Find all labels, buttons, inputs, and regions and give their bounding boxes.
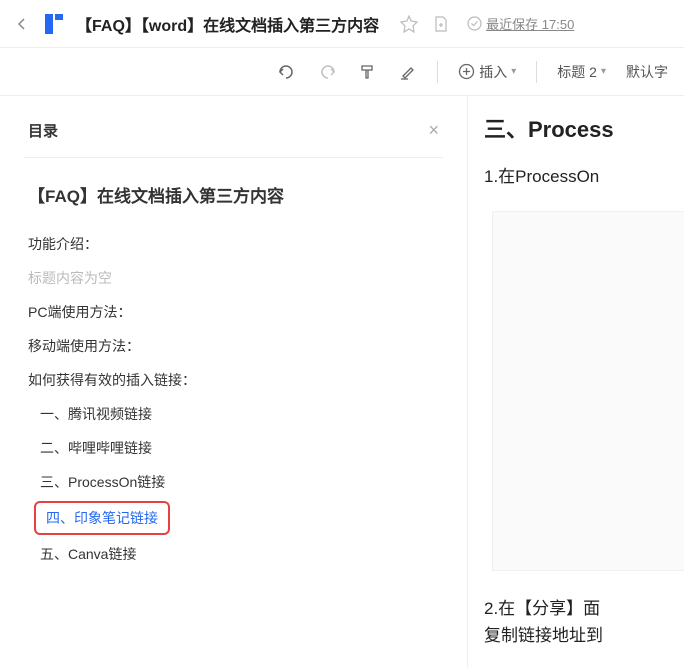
font-dropdown[interactable]: 默认字 [626,62,668,82]
toc-item[interactable]: 三、ProcessOn链接 [24,465,443,499]
body: 目录 × 【FAQ】在线文档插入第三方内容 功能介绍： 标题内容为空 PC端使用… [0,96,684,667]
toc-item[interactable]: 一、腾讯视频链接 [24,397,443,431]
star-icon[interactable] [399,14,419,34]
toc-list: 功能介绍： 标题内容为空 PC端使用方法： 移动端使用方法： 如何获得有效的插入… [24,227,443,571]
app-header: 【FAQ】【word】在线文档插入第三方内容 最近保存 17:50 [0,0,684,48]
insert-dropdown[interactable]: 插入 ▾ [458,62,516,82]
toc-header: 目录 × [24,120,443,158]
redo-button[interactable] [317,62,337,82]
document-title[interactable]: 【FAQ】【word】在线文档插入第三方内容 [76,12,379,36]
toc-item[interactable]: PC端使用方法： [24,295,443,329]
chevron-down-icon: ▾ [601,66,606,77]
heading-label: 标题 2 [557,62,597,82]
toc-item-empty[interactable]: 标题内容为空 [24,261,443,295]
plus-circle-icon [458,63,475,80]
back-button[interactable] [12,17,32,31]
clear-format-icon[interactable] [397,62,417,82]
toc-document-title[interactable]: 【FAQ】在线文档插入第三方内容 [24,182,443,207]
format-brush-icon[interactable] [357,62,377,82]
toc-item[interactable]: 如何获得有效的插入链接： [24,363,443,397]
header-actions: 最近保存 17:50 [399,14,574,34]
font-label: 默认字 [626,62,668,82]
save-status-link[interactable]: 最近保存 17:50 [486,14,574,33]
chevron-down-icon: ▾ [511,66,516,77]
toc-item-active[interactable]: 四、印象笔记链接 [34,501,170,535]
content-paragraph[interactable]: 2.在【分享】面 [484,595,684,622]
toc-item[interactable]: 五、Canva链接 [24,537,443,571]
save-status: 最近保存 17:50 [467,14,574,33]
undo-button[interactable] [277,62,297,82]
content-heading[interactable]: 三、Process [484,112,684,144]
content-paragraph[interactable]: 1.在ProcessOn [484,162,684,187]
content-image-placeholder [492,211,684,571]
heading-dropdown[interactable]: 标题 2 ▾ [557,62,606,82]
toc-sidebar: 目录 × 【FAQ】在线文档插入第三方内容 功能介绍： 标题内容为空 PC端使用… [0,96,468,667]
content-paragraph[interactable]: 复制链接地址到 [484,622,684,649]
check-circle-icon [467,16,482,31]
close-icon[interactable]: × [428,120,439,141]
toolbar: 插入 ▾ 标题 2 ▾ 默认字 [0,48,684,96]
new-doc-icon[interactable] [431,14,451,34]
toc-title: 目录 [28,120,58,141]
toc-item[interactable]: 移动端使用方法： [24,329,443,363]
toc-item[interactable]: 二、哔哩哔哩链接 [24,431,443,465]
document-content[interactable]: 三、Process 1.在ProcessOn 2.在【分享】面 复制链接地址到 [468,96,684,667]
toc-item[interactable]: 功能介绍： [24,227,443,261]
insert-label: 插入 [479,62,507,82]
app-logo-icon [40,10,68,38]
